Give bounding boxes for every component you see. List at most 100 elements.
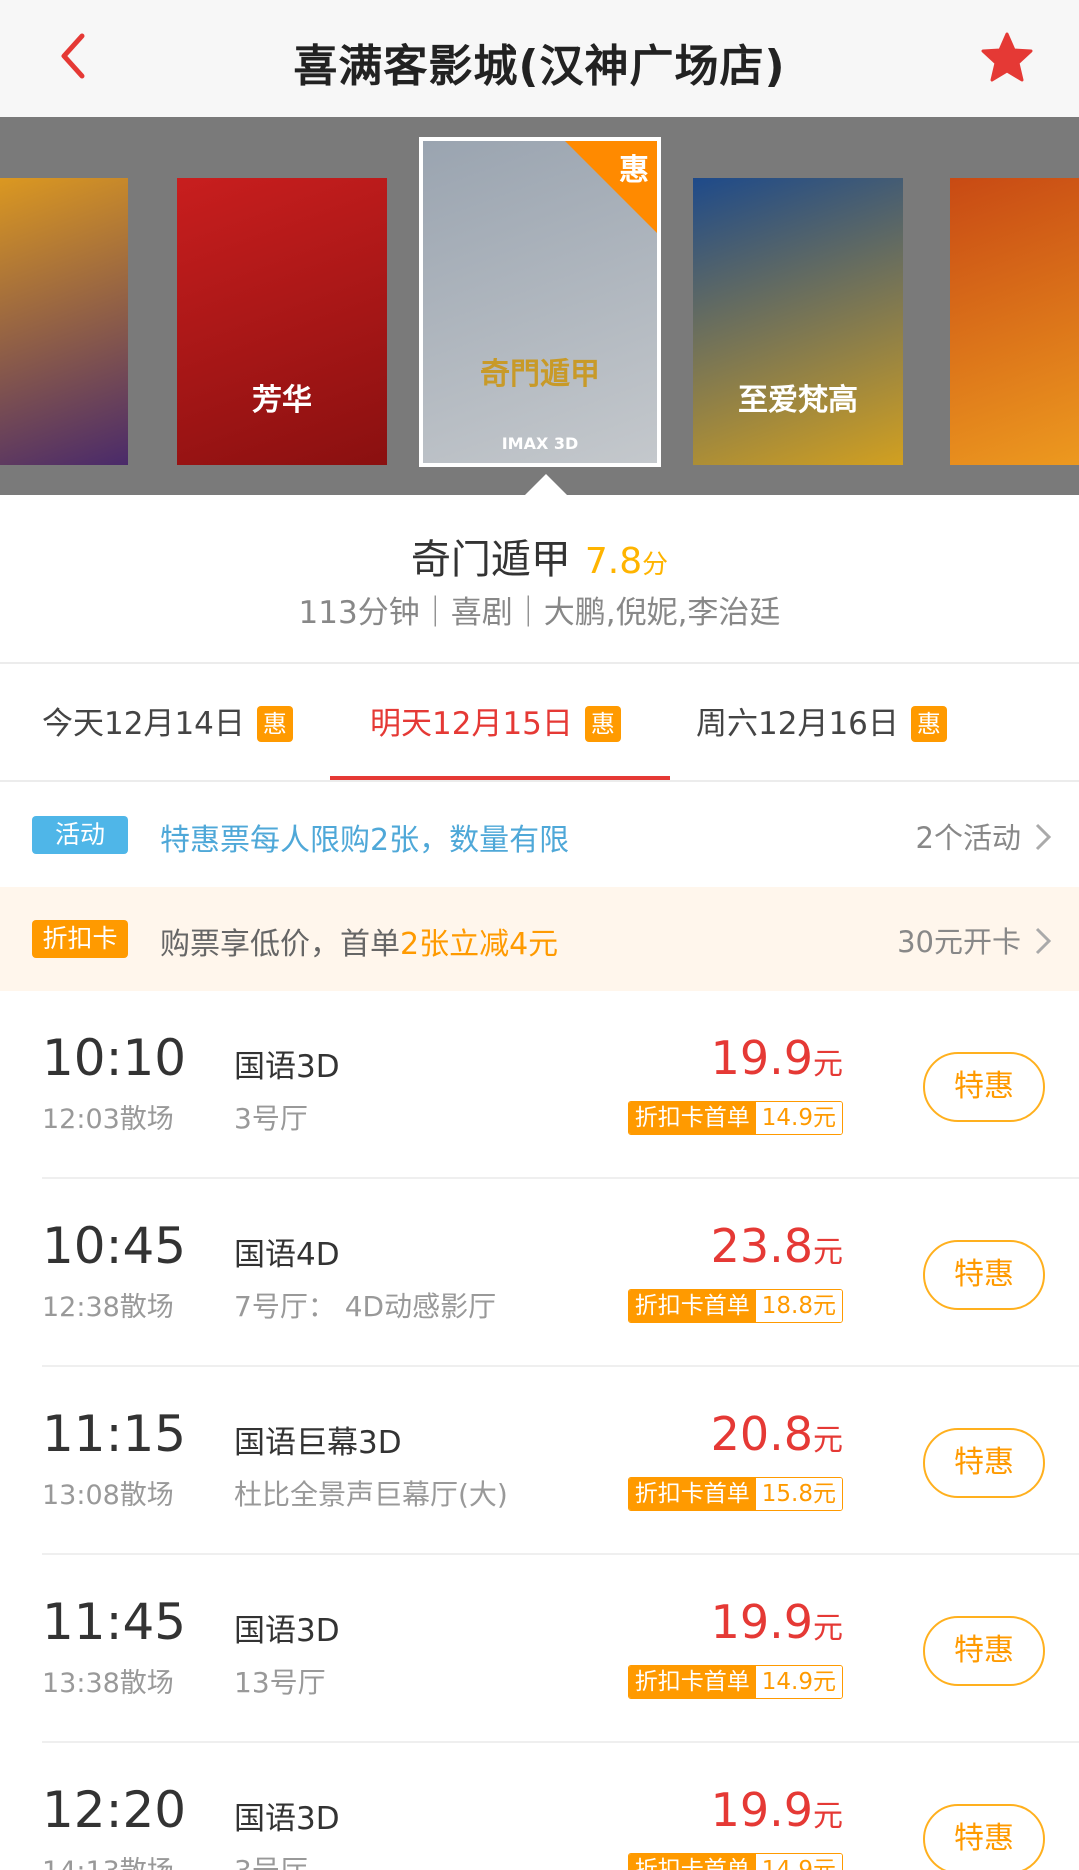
favorite-star-icon[interactable] [979, 30, 1035, 86]
end-time: 14:13散场 [42, 1849, 174, 1870]
tab-date-dec15[interactable]: 明天12月15日惠 [370, 698, 621, 743]
poster-qimen-dunjia-selected[interactable]: 奇門遁甲 IMAX 3D 惠 [419, 137, 661, 467]
price: 19.9元 [711, 1595, 843, 1649]
activity-count: 2个活动 [915, 821, 1021, 855]
hall-name: 杜比全景声巨幕厅(大) [234, 1478, 508, 1511]
poster-loving-vincent[interactable]: 至爱梵高 [693, 178, 903, 465]
language-format: 国语4D [234, 1237, 340, 1273]
poster-carousel[interactable]: 芳华 奇門遁甲 IMAX 3D 惠 至爱梵高 [0, 117, 1079, 495]
tab-label: 今天12月14日 [42, 706, 245, 742]
tab-date-dec14[interactable]: 今天12月14日惠 [42, 698, 293, 743]
discount-card-row[interactable]: 折扣卡 购票享低价，首单2张立减4元 30元开卡 [0, 887, 1079, 991]
buy-button[interactable]: 特惠 [923, 1240, 1045, 1310]
movie-title-line: 奇门遁甲 7.8分 [0, 527, 1079, 585]
discount-label: 折扣卡首单 [628, 1102, 756, 1134]
poster-fanghua[interactable]: 芳华 [177, 178, 387, 465]
date-tabs: 今天12月14日惠 明天12月15日惠 周六12月16日惠 [0, 664, 1079, 781]
movie-title: 奇门遁甲 [410, 537, 571, 583]
hall-name: 7号厅： 4D动感影厅 [234, 1290, 497, 1323]
price-value: 19.9 [710, 1783, 813, 1837]
movie-score: 7.8分 [585, 541, 668, 582]
language-format: 国语3D [234, 1613, 340, 1649]
activity-text: 特惠票每人限购2张，数量有限 [160, 823, 570, 858]
open-card-price: 30元开卡 [897, 925, 1021, 959]
selected-pointer-icon [524, 474, 568, 496]
end-time: 13:08散场 [42, 1480, 174, 1511]
poster-title: 至爱梵高 [738, 383, 858, 418]
price: 19.9元 [711, 1783, 843, 1837]
price-unit: 元 [813, 1799, 843, 1834]
price-unit: 元 [813, 1235, 843, 1270]
price-value: 19.9 [710, 1031, 813, 1085]
discount-price: 14.9元 [755, 1854, 842, 1870]
card-text-prefix: 购票享低价，首单 [160, 927, 400, 962]
poster-format-label: IMAX 3D [501, 434, 579, 453]
discount-price: 15.8元 [755, 1478, 842, 1510]
discount-badge: 惠 [584, 706, 621, 742]
price-unit: 元 [813, 1611, 843, 1646]
showtime-row[interactable]: 12:20 14:13散场 国语3D 3号厅 19.9元 折扣卡首单14.9元 … [0, 1743, 1079, 1870]
discount-corner-label: 惠 [619, 153, 649, 188]
tab-label: 明天12月15日 [370, 706, 573, 742]
poster-title: 奇門遁甲 [480, 357, 600, 392]
poster-title: 芳华 [252, 383, 312, 418]
discount-badge: 惠 [256, 706, 293, 742]
discount-label: 折扣卡首单 [628, 1854, 756, 1870]
showtime-row[interactable]: 11:15 13:08散场 国语巨幕3D 杜比全景声巨幕厅(大) 20.8元 折… [0, 1367, 1079, 1555]
price-value: 20.8 [710, 1407, 813, 1461]
discount-price: 14.9元 [755, 1102, 842, 1134]
discount-card-badge: 折扣卡 [32, 920, 128, 958]
score-unit: 分 [642, 550, 669, 580]
nav-bar: 喜满客影城(汉神广场店) [0, 0, 1079, 117]
tab-date-dec16[interactable]: 周六12月16日惠 [696, 698, 947, 743]
start-time: 11:15 [42, 1405, 187, 1463]
language-format: 国语3D [234, 1801, 340, 1837]
card-discount-tag: 折扣卡首单 14.9元 [627, 1853, 843, 1870]
movie-meta: 113分钟｜喜剧｜大鹏,倪妮,李治廷 [298, 595, 781, 631]
chevron-right-icon [1033, 926, 1053, 956]
buy-button[interactable]: 特惠 [923, 1804, 1045, 1870]
language-format: 国语3D [234, 1049, 340, 1085]
price-value: 19.9 [710, 1595, 813, 1649]
price-unit: 元 [813, 1047, 843, 1082]
start-time: 11:45 [42, 1593, 187, 1651]
discount-label: 折扣卡首单 [628, 1478, 756, 1510]
start-time: 10:10 [42, 1029, 187, 1087]
showtime-row[interactable]: 11:45 13:38散场 国语3D 13号厅 19.9元 折扣卡首单 14.9元… [0, 1555, 1079, 1743]
hall-name: 3号厅 [234, 1849, 308, 1870]
end-time: 12:38散场 [42, 1292, 174, 1323]
showtime-row[interactable]: 10:45 12:38散场 国语4D 7号厅： 4D动感影厅 23.8元 折扣卡… [0, 1179, 1079, 1367]
discount-card-text: 购票享低价，首单2张立减4元 [160, 919, 558, 963]
tab-label: 周六12月16日 [696, 706, 899, 742]
discount-label: 折扣卡首单 [628, 1666, 756, 1698]
discount-badge: 惠 [910, 706, 947, 742]
poster-coco[interactable] [0, 178, 128, 465]
showtime-row[interactable]: 10:10 12:03散场 国语3D 3号厅 19.9元 折扣卡首单 14.9元 … [0, 991, 1079, 1179]
price-value: 23.8 [710, 1219, 813, 1273]
card-text-highlight: 2张立减4元 [400, 927, 559, 962]
price: 20.8元 [711, 1407, 843, 1461]
card-discount-tag: 折扣卡首单 15.8元 [627, 1477, 843, 1511]
end-time: 12:03散场 [42, 1104, 174, 1135]
activity-row[interactable]: 活动 特惠票每人限购2张，数量有限 2个活动 [0, 782, 1079, 887]
start-time: 12:20 [42, 1781, 187, 1839]
price: 23.8元 [711, 1219, 843, 1273]
discount-price: 18.8元 [755, 1290, 842, 1322]
discount-price: 14.9元 [755, 1666, 842, 1698]
card-discount-tag: 折扣卡首单 14.9元 [627, 1665, 843, 1699]
poster-next[interactable] [950, 178, 1079, 465]
buy-button[interactable]: 特惠 [923, 1052, 1045, 1122]
price: 19.9元 [711, 1031, 843, 1085]
buy-button[interactable]: 特惠 [923, 1616, 1045, 1686]
hall-name: 13号厅 [234, 1666, 326, 1699]
chevron-right-icon [1033, 822, 1053, 852]
score-value: 7.8 [584, 541, 643, 582]
activity-badge: 活动 [32, 816, 128, 854]
language-format: 国语巨幕3D [234, 1425, 402, 1461]
buy-button[interactable]: 特惠 [923, 1428, 1045, 1498]
price-unit: 元 [813, 1423, 843, 1458]
page-title: 喜满客影城(汉神广场店) [293, 41, 786, 92]
card-discount-tag: 折扣卡首单 18.8元 [627, 1289, 843, 1323]
card-discount-tag: 折扣卡首单 14.9元 [627, 1101, 843, 1135]
movie-info: 奇门遁甲 7.8分 113分钟｜喜剧｜大鹏,倪妮,李治廷 [0, 495, 1079, 662]
